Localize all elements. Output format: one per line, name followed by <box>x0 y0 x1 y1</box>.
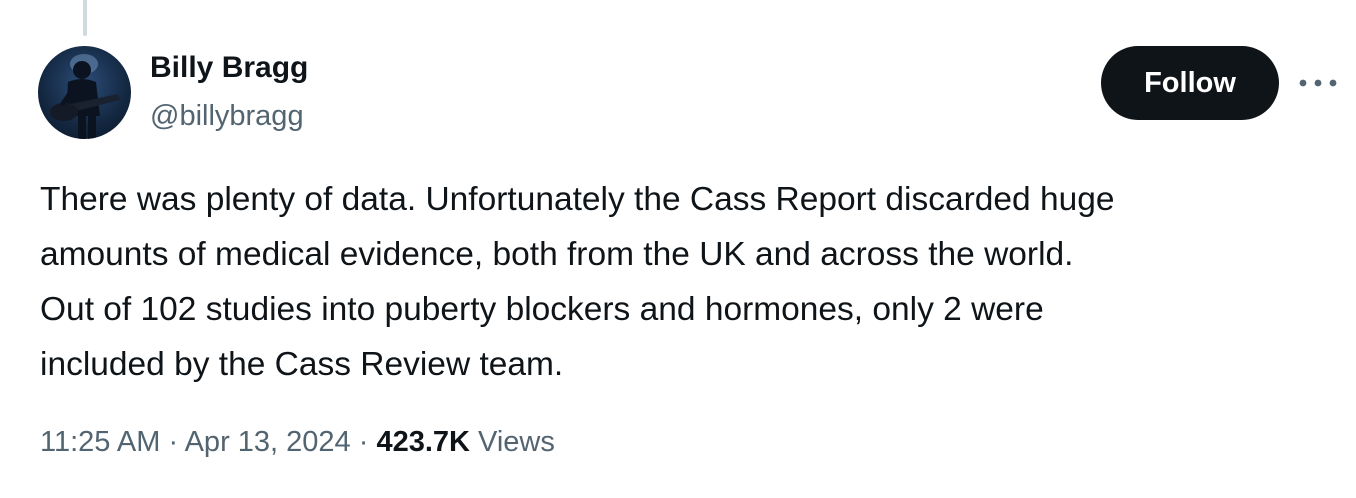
thread-connector-line <box>83 0 87 36</box>
meta-separator: · <box>168 426 179 458</box>
more-options-button[interactable] <box>1296 68 1340 98</box>
tweet-date[interactable]: Apr 13, 2024 <box>185 426 351 458</box>
tweet-time[interactable]: 11:25 AM <box>40 426 160 458</box>
author-name[interactable]: Billy Bragg <box>150 50 308 86</box>
views-label[interactable]: Views <box>478 426 555 458</box>
tweet-meta: 11:25 AM · Apr 13, 2024 · 423.7K Views <box>40 422 555 462</box>
avatar[interactable] <box>38 46 131 139</box>
tweet-text-line: included by the Cass Review team. <box>40 346 564 383</box>
more-horizontal-icon <box>1299 79 1337 87</box>
tweet: Billy Bragg @billybragg Follow There was… <box>0 0 1356 498</box>
author-handle[interactable]: @billybragg <box>150 98 304 134</box>
meta-separator: · <box>358 426 369 458</box>
tweet-text-line: There was plenty of data. Unfortunately … <box>40 181 1115 218</box>
tweet-text-line: amounts of medical evidence, both from t… <box>40 236 1074 273</box>
views-count[interactable]: 423.7K <box>376 426 470 458</box>
follow-button[interactable]: Follow <box>1101 46 1279 120</box>
tweet-text-line: Out of 102 studies into puberty blockers… <box>40 291 1044 328</box>
avatar-photo-icon <box>50 54 120 139</box>
tweet-text: There was plenty of data. Unfortunately … <box>40 172 1340 392</box>
